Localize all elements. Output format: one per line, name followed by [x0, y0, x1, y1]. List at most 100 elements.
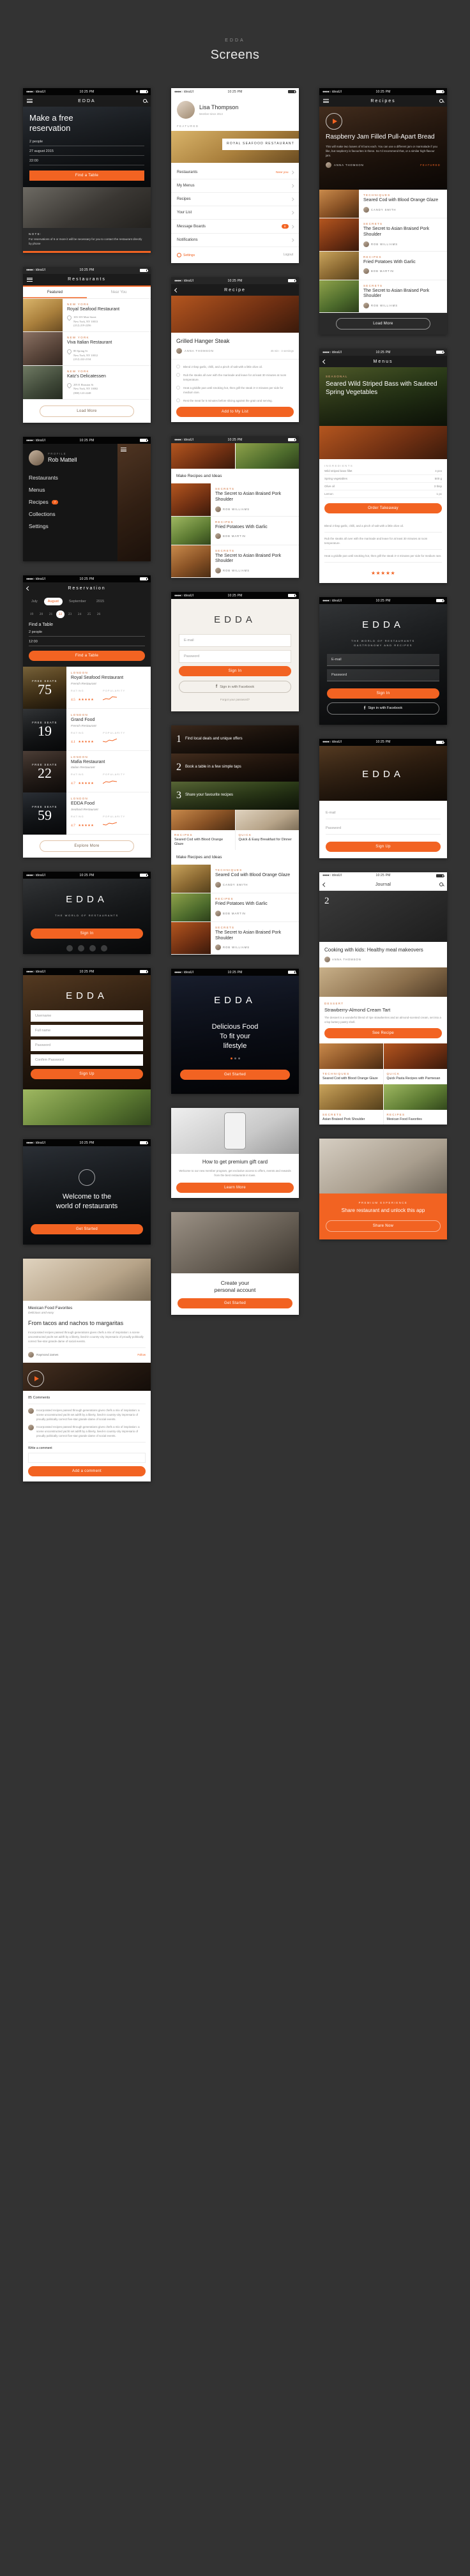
day-19[interactable]: 19 — [27, 610, 36, 618]
day-25[interactable]: 25 — [85, 610, 93, 618]
food-photo[interactable] — [235, 443, 299, 469]
tab-near-you[interactable]: Near You — [87, 287, 151, 298]
table-row[interactable]: NEW YORK Viva Italian Restaurant 80 Spri… — [23, 332, 151, 367]
signin-button[interactable]: Sign In — [31, 928, 143, 939]
day-22[interactable]: 22 — [56, 610, 64, 619]
list-item[interactable]: TECHNIQUES Seared Cod with Blood Orange G… — [319, 190, 447, 218]
username-field[interactable]: Username — [31, 1010, 143, 1022]
step-checkbox[interactable] — [176, 398, 180, 403]
fullname-field[interactable]: Full name — [31, 1025, 143, 1037]
search-button[interactable] — [143, 95, 147, 107]
explore-more-button[interactable]: Explore More — [40, 840, 134, 852]
table-row[interactable]: NEW YORK Katz's Delicatessen 205 E Houst… — [23, 366, 151, 400]
date-field[interactable]: 27 august 2015 — [29, 146, 144, 156]
post-comment-button[interactable]: Add a comment — [28, 1466, 146, 1477]
menu-item-recipes[interactable]: Recipes — [171, 193, 299, 206]
table-row[interactable]: FREE SEATS 75 LONDON Royal Seafood Resta… — [23, 667, 151, 709]
drawer-item-menus[interactable]: Menus — [29, 487, 112, 493]
step-checkbox[interactable] — [176, 364, 180, 368]
suggestion-card-left[interactable]: RECIPES Seared Cod with Blood Orange Glaz… — [171, 810, 236, 850]
month-july[interactable]: July — [27, 598, 42, 605]
list-item[interactable]: TECHNIQUES Seared Cod with Blood Orange G… — [171, 864, 299, 893]
drawer-item-settings[interactable]: Settings — [29, 523, 112, 529]
time-field[interactable]: 12:00 — [29, 637, 145, 647]
email-field[interactable]: E-mail — [326, 807, 441, 819]
tab-featured[interactable]: Featured — [23, 287, 87, 298]
table-row[interactable]: FREE SEATS 59 LONDON EDDA Food Seafood R… — [23, 792, 151, 835]
table-row[interactable]: FREE SEATS 22 LONDON Mafia Restaurant It… — [23, 750, 151, 793]
table-row[interactable]: NEW YORK Royal Seafood Restaurant 103-10… — [23, 298, 151, 333]
email-field[interactable]: E-mail — [327, 653, 439, 666]
find-table-button[interactable]: Find a Table — [29, 651, 145, 662]
share-now-button[interactable]: Share Now — [326, 1220, 441, 1232]
get-started-button[interactable]: Get Started — [180, 1069, 290, 1080]
day-21[interactable]: 21 — [47, 610, 55, 618]
day-20[interactable]: 20 — [37, 610, 45, 618]
menu-button[interactable] — [323, 95, 329, 107]
signin-button[interactable]: Sign In — [327, 688, 439, 699]
twitter-icon[interactable] — [78, 944, 84, 951]
facebook-icon[interactable] — [66, 944, 73, 951]
signup-button[interactable]: Sign Up — [326, 841, 441, 852]
featured-card[interactable]: ROYAL SEAFOOD RESTAURANT — [171, 131, 299, 163]
related-tile[interactable] — [383, 1084, 447, 1110]
get-started-button[interactable]: Get Started — [31, 1224, 143, 1234]
related-tile[interactable] — [319, 1043, 383, 1070]
people-field[interactable]: 2 people — [29, 137, 144, 147]
learn-more-button[interactable]: Learn More — [176, 1182, 294, 1193]
follow-button[interactable]: Follow — [137, 1353, 146, 1356]
hamburger-icon[interactable] — [121, 447, 126, 453]
stars-icon[interactable]: ★★★★★ — [371, 570, 395, 576]
drawer-item-collections[interactable]: Collections — [29, 511, 112, 517]
step-checkbox[interactable] — [176, 372, 180, 377]
facebook-signin-button[interactable]: f Sign in with Facebook — [179, 681, 291, 693]
password-field[interactable]: Password — [327, 669, 439, 681]
password-field[interactable]: Password — [31, 1040, 143, 1052]
list-item[interactable]: RECIPES Fried Potatoes With Garlic BOB MA… — [171, 893, 299, 922]
list-item[interactable]: SECRETS The Secret to Asian Braised Pork… — [171, 483, 299, 517]
list-item[interactable]: SECRETS The Secret to Asian Braised Pork … — [319, 280, 447, 313]
people-field[interactable]: 2 people — [29, 627, 145, 637]
step-checkbox[interactable] — [176, 385, 180, 390]
drawer-item-restaurants[interactable]: Restaurants — [29, 474, 112, 481]
day-23[interactable]: 23 — [66, 610, 74, 618]
back-button[interactable] — [322, 356, 328, 367]
settings-button[interactable]: Settings — [177, 253, 195, 257]
load-more-button[interactable]: Load More — [336, 318, 430, 330]
list-item[interactable]: SECRETS The Secret to Asian Braised Pork … — [171, 921, 299, 955]
back-button[interactable] — [174, 284, 179, 296]
time-field[interactable]: 22:00 — [29, 156, 144, 166]
list-item[interactable]: RECIPES Fried Potatoes With Garlic BOB M… — [171, 516, 299, 545]
list-item[interactable]: SECRETS The Secret to Asian Braised Pork … — [319, 218, 447, 252]
forgot-password-link[interactable]: Forgot your password? — [179, 698, 291, 701]
logout-button[interactable]: Logout — [284, 253, 293, 257]
related-tile[interactable] — [319, 1084, 383, 1110]
list-item[interactable]: RECIPES Fried Potatoes With Garlic BOB MA… — [319, 251, 447, 280]
list-item[interactable]: SECRETS The Secret to Asian Braised Pork… — [171, 545, 299, 579]
menu-item-your-list[interactable]: Your List — [171, 206, 299, 220]
back-button[interactable] — [26, 582, 31, 594]
menu-item-my-menus[interactable]: My Menus — [171, 179, 299, 193]
menu-button[interactable] — [27, 274, 33, 285]
play-button[interactable] — [326, 113, 342, 130]
back-button[interactable] — [322, 879, 328, 890]
email-field[interactable]: E-mail — [179, 634, 291, 648]
instagram-icon[interactable] — [101, 944, 107, 951]
signin-button[interactable]: Sign In — [179, 666, 291, 677]
menu-item-restaurants[interactable]: Restaurants Near you — [171, 166, 299, 179]
month-september[interactable]: September — [65, 598, 90, 605]
day-26[interactable]: 26 — [95, 610, 103, 618]
confirm-password-field[interactable]: Confirm Password — [31, 1054, 143, 1066]
search-button[interactable] — [439, 95, 443, 107]
order-takeaway-button[interactable]: Order Takeaway — [324, 503, 442, 513]
day-24[interactable]: 24 — [75, 610, 84, 618]
load-more-button[interactable]: Load More — [40, 405, 134, 418]
signup-button[interactable]: Sign Up — [31, 1069, 143, 1080]
google-icon[interactable] — [89, 944, 96, 951]
password-field[interactable]: Password — [179, 650, 291, 663]
month-august[interactable]: August — [43, 598, 63, 606]
drawer-item-recipes[interactable]: Recipes 7 — [29, 499, 112, 505]
table-row[interactable]: FREE SEATS 19 LONDON Grand Food French R… — [23, 708, 151, 751]
get-started-button[interactable]: Get Started — [178, 1298, 292, 1309]
find-table-button[interactable]: Find a Table — [29, 170, 144, 181]
